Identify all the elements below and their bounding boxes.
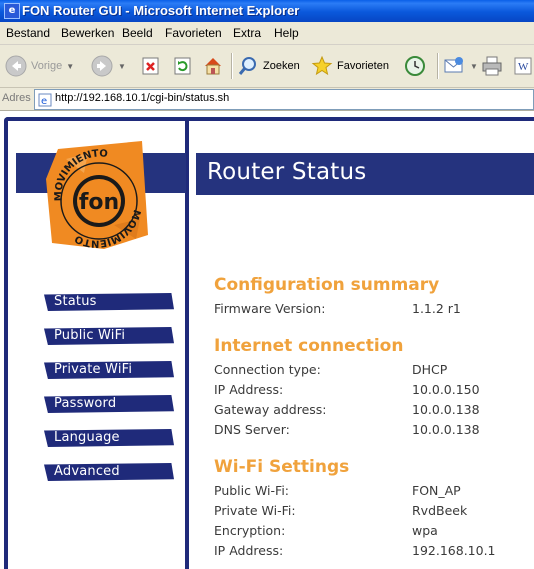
info-row: Gateway address: 10.0.0.138 — [214, 402, 534, 420]
info-row: Encryption: wpa — [214, 523, 534, 541]
row-value: 1.1.2 r1 — [412, 301, 461, 316]
row-label: Gateway address: — [214, 402, 327, 417]
row-label: Firmware Version: — [214, 301, 326, 316]
address-label: Adres — [2, 92, 31, 104]
print-button[interactable] — [480, 52, 504, 80]
nav-advanced[interactable]: Advanced — [44, 463, 174, 481]
row-value: 192.168.10.1 — [412, 543, 496, 558]
row-label: IP Address: — [214, 543, 284, 558]
info-row: Connection type: DHCP — [214, 362, 534, 380]
row-label: IP Address: — [214, 382, 284, 397]
forward-arrow-icon — [90, 54, 114, 78]
menu-bar: Bestand Bewerken Beeld Favorieten Extra … — [0, 22, 534, 45]
stop-button[interactable] — [139, 52, 163, 80]
nav-status[interactable]: Status — [44, 293, 174, 311]
section-title-internet: Internet connection — [214, 336, 404, 356]
history-button[interactable] — [403, 52, 427, 80]
menu-bestand[interactable]: Bestand — [6, 26, 50, 40]
row-label: Connection type: — [214, 362, 321, 377]
word-icon: W — [510, 54, 534, 78]
toolbar-separator — [231, 53, 233, 79]
row-value: wpa — [412, 523, 438, 538]
refresh-icon — [171, 54, 195, 78]
section-title-wifi: Wi-Fi Settings — [214, 457, 350, 477]
window-title: FON Router GUI - Microsoft Internet Expl… — [22, 3, 300, 18]
address-url: http://192.168.10.1/cgi-bin/status.sh — [55, 92, 230, 104]
page-header: Router Status — [196, 153, 534, 195]
svg-text:e: e — [41, 96, 47, 107]
back-arrow-icon — [4, 54, 28, 78]
search-icon — [236, 54, 260, 78]
ie-icon: e — [4, 3, 20, 19]
mail-button[interactable]: ▼ — [442, 52, 478, 80]
frame-border — [4, 117, 534, 121]
history-icon — [403, 54, 427, 78]
favorites-button[interactable]: Favorieten — [310, 52, 389, 80]
mail-icon — [442, 54, 466, 78]
section-title-configuration: Configuration summary — [214, 275, 440, 295]
row-value: RvdBeek — [412, 503, 468, 518]
back-button[interactable]: Vorige ▼ — [4, 52, 74, 80]
back-dropdown-icon[interactable]: ▼ — [66, 62, 74, 71]
nav-password[interactable]: Password — [44, 395, 174, 413]
ie-page-icon: e — [38, 92, 52, 107]
info-row: IP Address: 10.0.0.150 — [214, 382, 534, 400]
info-row: Firmware Version: 1.1.2 r1 — [214, 301, 534, 319]
search-button[interactable]: Zoeken — [236, 52, 300, 80]
svg-text:W: W — [518, 61, 529, 73]
home-icon — [201, 54, 225, 78]
menu-help[interactable]: Help — [274, 26, 299, 40]
address-input[interactable]: e http://192.168.10.1/cgi-bin/status.sh — [34, 89, 534, 110]
toolbar: Vorige ▼ ▼ Zoeken Favorieten ▼ W — [0, 45, 534, 88]
stop-icon — [139, 54, 163, 78]
star-icon — [310, 54, 334, 78]
nav-private-wifi[interactable]: Private WiFi — [44, 361, 174, 379]
fon-movimiento-logo: fon MOVIMIENTO MOVIMIENTO — [46, 141, 148, 249]
row-value: 10.0.0.138 — [412, 402, 480, 417]
row-value: 10.0.0.138 — [412, 422, 480, 437]
row-value: FON_AP — [412, 483, 461, 498]
nav-public-wifi[interactable]: Public WiFi — [44, 327, 174, 345]
menu-favorieten[interactable]: Favorieten — [165, 26, 222, 40]
mail-dropdown-icon[interactable]: ▼ — [470, 62, 478, 71]
logo-center-text: fon — [79, 190, 119, 215]
address-bar: Adres e http://192.168.10.1/cgi-bin/stat… — [0, 88, 534, 111]
info-row: DNS Server: 10.0.0.138 — [214, 422, 534, 440]
home-button[interactable] — [201, 52, 225, 80]
frame-border — [4, 117, 8, 569]
refresh-button[interactable] — [171, 52, 195, 80]
web-page: fon MOVIMIENTO MOVIMIENTO Status Public … — [0, 111, 534, 569]
row-label: DNS Server: — [214, 422, 290, 437]
row-label: Encryption: — [214, 523, 286, 538]
page-title: Router Status — [207, 159, 367, 185]
row-label: Private Wi-Fi: — [214, 503, 296, 518]
row-value: 10.0.0.150 — [412, 382, 480, 397]
info-row: Private Wi-Fi: RvdBeek — [214, 503, 534, 521]
info-row: Public Wi-Fi: FON_AP — [214, 483, 534, 501]
toolbar-separator — [437, 53, 439, 79]
window-title-bar[interactable]: e FON Router GUI - Microsoft Internet Ex… — [0, 0, 534, 22]
printer-icon — [480, 54, 504, 78]
info-row: IP Address: 192.168.10.1 — [214, 543, 534, 561]
forward-button[interactable]: ▼ — [90, 52, 126, 80]
nav-language[interactable]: Language — [44, 429, 174, 447]
row-value: DHCP — [412, 362, 448, 377]
menu-extra[interactable]: Extra — [233, 26, 261, 40]
word-button[interactable]: W — [510, 52, 534, 80]
row-label: Public Wi-Fi: — [214, 483, 289, 498]
menu-beeld[interactable]: Beeld — [122, 26, 153, 40]
forward-dropdown-icon[interactable]: ▼ — [118, 62, 126, 71]
menu-bewerken[interactable]: Bewerken — [61, 26, 114, 40]
